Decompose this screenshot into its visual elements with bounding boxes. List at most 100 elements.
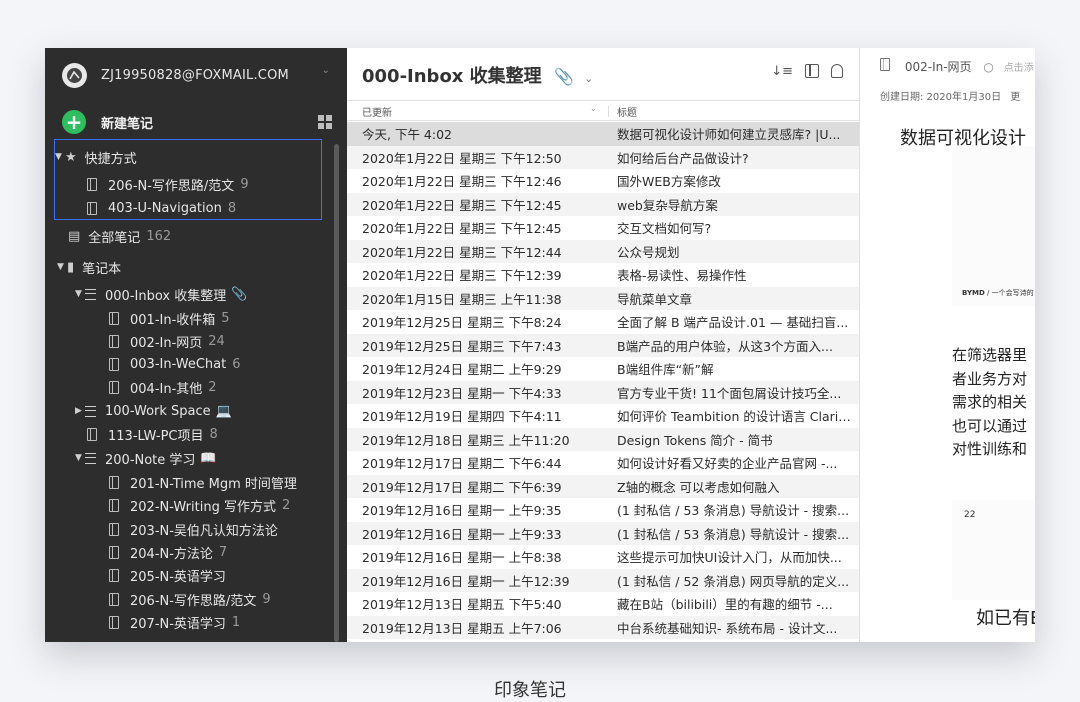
note-line: 者业务方对 <box>952 369 1028 388</box>
notebook-icon <box>109 311 119 325</box>
caret-down-icon: ▼ <box>75 453 82 463</box>
table-row[interactable]: 2019年12月24日 星期二 上午9:29 B端组件库“新”解 <box>347 357 859 381</box>
note-notebook-selector[interactable]: 002-In-网页 ○ 点击添 <box>880 58 1034 75</box>
plus-icon: + <box>62 110 86 134</box>
notebook-icon <box>109 357 119 371</box>
new-note-label: 新建笔记 <box>101 116 154 132</box>
sidebar-item-202[interactable]: 202-N-Writing 写作方式 2 <box>109 494 290 516</box>
note-footer-text[interactable]: 如已有E <box>976 604 1035 630</box>
sidebar-shortcut-item[interactable]: 403-U-Navigation 8 <box>87 197 236 219</box>
row-title: 表格-易读性、易操作性 <box>617 268 747 284</box>
sidebar-scrollbar[interactable] <box>334 144 339 642</box>
table-row[interactable]: 2020年1月22日 星期三 下午12:39 表格-易读性、易操作性 <box>347 263 859 287</box>
sidebar-item-label: 113-LW-PC项目 <box>108 428 204 444</box>
table-row[interactable]: 2019年12月19日 星期四 下午4:11 如何评价 Teambition 的设… <box>347 404 859 428</box>
table-row[interactable]: 2020年1月22日 星期三 下午12:50 如何给后台产品做设计? <box>347 145 859 169</box>
table-row[interactable]: 2020年1月22日 星期三 下午12:45 web复杂导航方案 <box>347 192 859 216</box>
sidebar-stack-inbox[interactable]: ▼ 000-Inbox 收集整理 📎 <box>75 283 247 305</box>
sidebar-stack-work[interactable]: ▶ 100-Work Space 💻 <box>75 400 232 422</box>
sidebar-item-label: 001-In-收件箱 <box>130 312 216 328</box>
laptop-icon: 💻 <box>215 403 232 419</box>
stack-inbox-label: 000-Inbox 收集整理 <box>105 288 227 304</box>
sidebar-shortcut-item[interactable]: 206-N-写作思路/范文 9 <box>87 173 249 195</box>
table-row[interactable]: 2019年12月13日 星期五 下午5:40 藏在B站（bilibili）里的有趣… <box>347 592 859 616</box>
table-row[interactable]: 2019年12月17日 星期二 下午6:39 Z轴的概念 可以考虑如何融入 <box>347 474 859 498</box>
sidebar-item-label: 206-N-写作思路/范文 <box>108 178 235 194</box>
note-line: 需求的相关 <box>952 393 1028 411</box>
sidebar-notebooks[interactable]: ▼ ▮ 笔记本 <box>57 256 121 278</box>
table-row[interactable]: 2020年1月22日 星期三 下午12:45 交互文档如何写? <box>347 216 859 240</box>
sidebar-item-003[interactable]: 003-In-WeChat 6 <box>109 353 241 375</box>
sidebar-item-207[interactable]: 207-N-英语学习 1 <box>109 611 240 633</box>
table-row[interactable]: 2019年12月16日 星期一 上午8:38 这些提示可加快UI设计入门，从而加快… <box>347 545 859 569</box>
table-row[interactable]: 2019年12月18日 星期三 上午11:20 Design Tokens 简介 … <box>347 427 859 451</box>
chevron-down-icon[interactable]: ⌄ <box>322 65 330 76</box>
add-tag-link[interactable]: 点击添 <box>1004 63 1034 74</box>
row-title: (1 封私信 / 53 条消息) 导航设计 - 搜索... <box>617 526 850 542</box>
sidebar-item-label: 202-N-Writing 写作方式 <box>130 499 276 515</box>
note-image-caption: BYMD / 一个会写诗的 <box>962 288 1034 298</box>
sidebar-item-204[interactable]: 204-N-方法论 7 <box>109 541 227 563</box>
row-date: 今天, 下午 4:02 <box>362 127 452 143</box>
sidebar-item-004[interactable]: 004-In-其他 2 <box>109 376 217 398</box>
sidebar-item-count: 24 <box>208 333 225 349</box>
sidebar-item-205[interactable]: 205-N-英语学习 <box>109 564 232 586</box>
view-toggle-icon[interactable] <box>805 64 819 78</box>
new-note-button[interactable]: + 新建笔记 <box>62 109 332 135</box>
book-icon: 📖 <box>200 450 217 466</box>
stack-work-label: 100-Work Space <box>105 403 211 419</box>
row-title: 导航菜单文章 <box>617 291 693 307</box>
sort-icon[interactable]: ↓≡ <box>771 64 793 79</box>
sidebar-all-notes[interactable]: ▤ 全部笔记 162 <box>68 225 171 247</box>
table-row[interactable]: 2019年12月16日 星期一 上午9:35 (1 封私信 / 53 条消息) 导… <box>347 498 859 522</box>
sidebar-item-label: 201-N-Time Mgm 时间管理 <box>130 476 297 492</box>
column-updated[interactable]: 已更新 <box>362 104 392 119</box>
sidebar-shortcuts[interactable]: ▼ ★ 快捷方式 <box>55 146 137 168</box>
row-title: 公众号规划 <box>617 244 680 260</box>
row-title: Design Tokens 简介 - 简书 <box>617 432 773 448</box>
sidebar-stack-note[interactable]: ▼ 200-Note 学习 📖 <box>75 447 217 469</box>
column-title[interactable]: 标题 <box>617 104 637 119</box>
sidebar-item-002[interactable]: 002-In-网页 24 <box>109 330 225 352</box>
row-date: 2019年12月19日 星期四 下午4:11 <box>362 409 562 425</box>
notebook-title-dropdown[interactable]: 000-Inbox 收集整理 📎 ⌄ <box>362 62 593 88</box>
table-row[interactable]: 今天, 下午 4:02 数据可视化设计师如何建立灵感库? |U... <box>347 122 859 146</box>
sidebar-item-113[interactable]: 113-LW-PC项目 8 <box>87 423 218 445</box>
sidebar-item-201[interactable]: 201-N-Time Mgm 时间管理 <box>109 471 303 493</box>
row-title: Z轴的概念 可以考虑如何融入 <box>617 479 780 495</box>
row-title: 如何设计好看又好卖的企业产品官网 -... <box>617 456 838 472</box>
table-row[interactable]: 2019年12月13日 星期五 上午7:06 中台系统基础知识- 系统布局 - 设… <box>347 615 859 639</box>
grid-view-icon[interactable] <box>318 115 332 129</box>
sidebar-item-001[interactable]: 001-In-收件箱 5 <box>109 307 230 329</box>
row-title: 官方专业干货! 11个面包屑设计技巧全... <box>617 385 842 401</box>
row-date: 2019年12月17日 星期二 下午6:39 <box>362 479 562 495</box>
row-title: 如何评价 Teambition 的设计语言 Clarit... <box>617 409 853 425</box>
notebook-icon <box>109 545 119 559</box>
table-row[interactable]: 2019年12月17日 星期二 下午6:44 如何设计好看又好卖的企业产品官网 -… <box>347 451 859 475</box>
table-row[interactable]: 2019年12月23日 星期一 下午4:33 官方专业干货! 11个面包屑设计技巧… <box>347 380 859 404</box>
note-paragraph[interactable]: 在筛选器里 者业务方对 需求的相关 也可以通过 对性训练和 <box>952 344 1027 462</box>
sidebar-item-203[interactable]: 203-N-吴伯凡认知方法论 <box>109 518 284 540</box>
table-row[interactable]: 2019年12月25日 星期三 下午7:43 B端产品的用户体验，从这3个方面入.… <box>347 333 859 357</box>
table-row[interactable]: 2020年1月22日 星期三 下午12:44 公众号规划 <box>347 239 859 263</box>
table-row[interactable]: 2019年12月16日 星期一 上午9:33 (1 封私信 / 53 条消息) 导… <box>347 521 859 545</box>
row-date: 2019年12月13日 星期五 上午7:06 <box>362 620 562 636</box>
table-row[interactable]: 2019年12月25日 星期三 下午8:24 全面了解 B 端产品设计.01 — … <box>347 310 859 334</box>
row-date: 2020年1月22日 星期三 下午12:50 <box>362 150 562 166</box>
reminder-icon[interactable] <box>831 64 843 78</box>
chevron-down-icon[interactable]: ⌄ <box>590 104 597 113</box>
account-menu[interactable]: ZJ19950828@FOXMAIL.COM ⌄ <box>62 62 332 88</box>
sidebar-shortcuts-label: 快捷方式 <box>84 151 137 167</box>
table-row[interactable]: 2020年1月22日 星期三 下午12:46 国外WEB方案修改 <box>347 169 859 193</box>
sidebar-item-count: 5 <box>221 310 230 326</box>
row-title: 数据可视化设计师如何建立灵感库? |U... <box>617 127 841 143</box>
column-divider[interactable] <box>608 106 609 117</box>
table-row[interactable]: 2020年1月15日 星期三 上午11:38 导航菜单文章 <box>347 286 859 310</box>
table-row[interactable]: 2019年12月16日 星期一 上午12:39 (1 封私信 / 52 条消息) … <box>347 568 859 592</box>
notebook-icon <box>109 475 119 489</box>
notebook-icon <box>109 568 119 582</box>
row-title: B端产品的用户体验，从这3个方面入... <box>617 338 833 354</box>
sidebar-item-206[interactable]: 206-N-写作思路/范文 9 <box>109 588 271 610</box>
sidebar-item-label: 207-N-英语学习 <box>130 616 226 632</box>
note-notebook-name: 002-In-网页 <box>904 60 972 74</box>
